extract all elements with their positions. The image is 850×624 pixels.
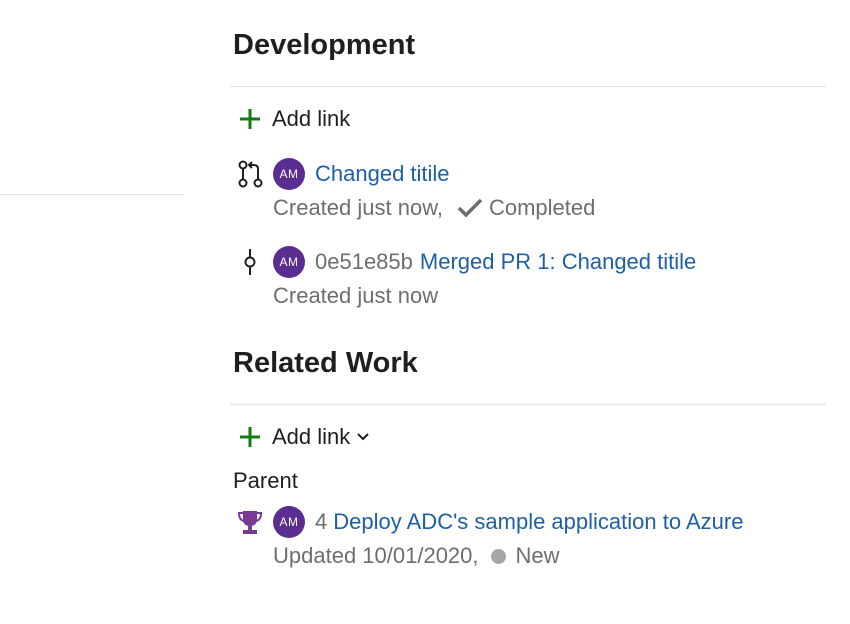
- parent-group-label: Parent: [233, 468, 298, 493]
- work-item-meta: Updated 10/01/2020, New: [273, 541, 560, 571]
- state-dot-icon: [490, 548, 506, 564]
- development-heading: Development: [233, 29, 416, 61]
- development-item-pull-request: AM Changed titile: [233, 157, 450, 191]
- commit-created-text: Created just now: [273, 283, 439, 308]
- related-work-add-link-button[interactable]: Add link: [236, 422, 370, 452]
- related-work-heading: Related Work: [233, 347, 418, 379]
- pull-request-meta: Created just now, Completed: [273, 193, 595, 223]
- development-add-link-button[interactable]: Add link: [236, 104, 350, 134]
- checkmark-icon: [457, 197, 483, 219]
- trophy-icon: [233, 505, 267, 539]
- work-item-updated-text: Updated 10/01/2020,: [273, 543, 479, 568]
- add-link-label: Add link: [272, 424, 351, 449]
- pull-request-icon: [233, 157, 267, 191]
- related-work-divider: [230, 404, 826, 405]
- development-item-commit: AM 0e51e85b Merged PR 1: Changed titile: [233, 245, 696, 279]
- commit-meta: Created just now: [273, 281, 438, 311]
- pull-request-created-text: Created just now,: [273, 195, 443, 220]
- pull-request-link[interactable]: Changed titile: [315, 161, 450, 187]
- commit-icon: [233, 245, 267, 279]
- related-work-item-parent: AM 4 Deploy ADC's sample application to …: [233, 505, 743, 539]
- add-link-label: Add link: [272, 106, 351, 131]
- commit-link[interactable]: Merged PR 1: Changed titile: [420, 249, 696, 275]
- avatar[interactable]: AM: [273, 246, 305, 278]
- work-item-state: New: [515, 543, 560, 568]
- work-item-link[interactable]: Deploy ADC's sample application to Azure: [333, 509, 743, 535]
- work-item-id: 4: [315, 509, 328, 534]
- development-divider: [230, 86, 826, 87]
- avatar[interactable]: AM: [273, 158, 305, 190]
- left-panel-divider: [0, 194, 184, 195]
- chevron-down-icon[interactable]: [356, 432, 370, 442]
- plus-icon: [236, 423, 264, 451]
- avatar[interactable]: AM: [273, 506, 305, 538]
- commit-hash[interactable]: 0e51e85b: [315, 249, 413, 275]
- pull-request-status: Completed: [488, 195, 596, 220]
- plus-icon: [236, 105, 264, 133]
